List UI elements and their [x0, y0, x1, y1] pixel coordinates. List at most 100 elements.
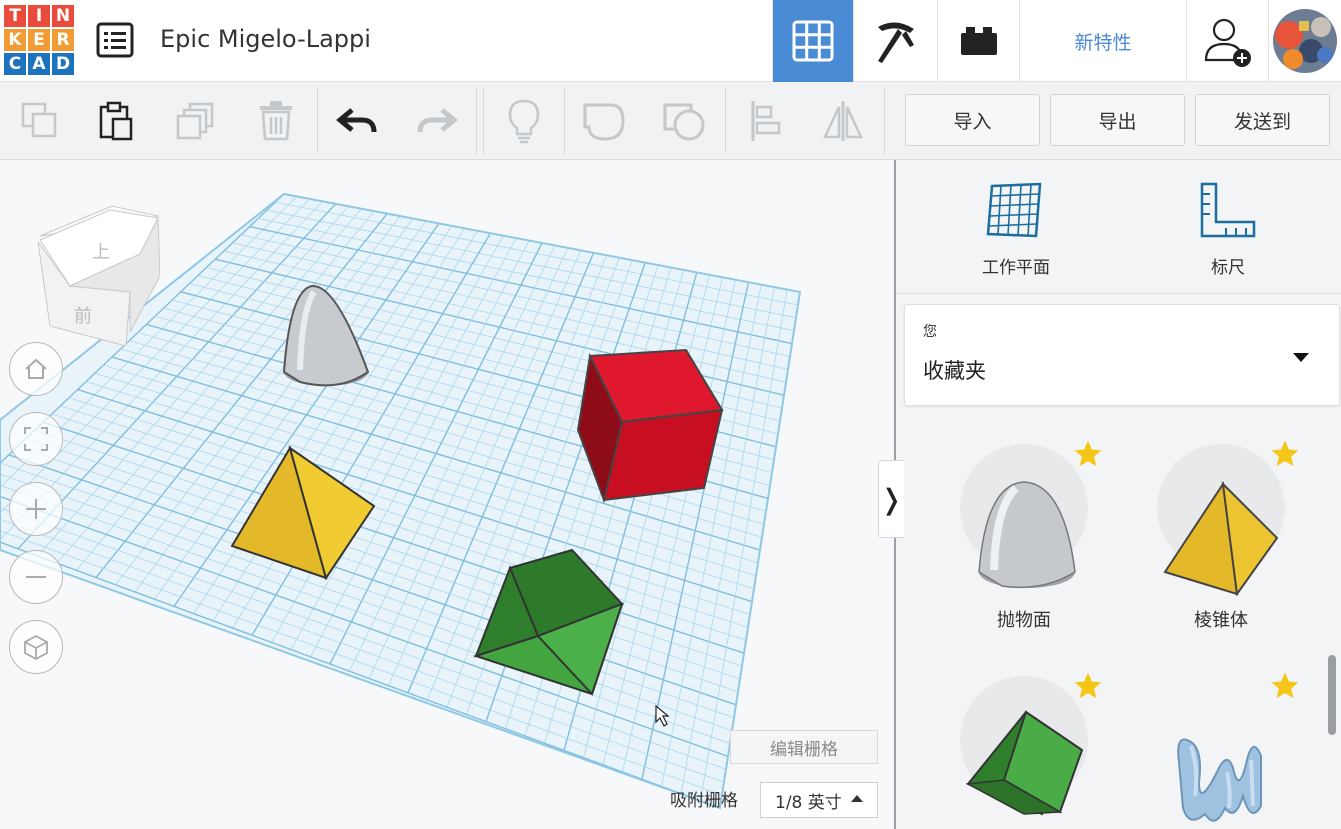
ruler-tool[interactable]: 标尺	[1168, 180, 1288, 278]
workplane-tool[interactable]: 工作平面	[956, 180, 1076, 278]
perspective-button[interactable]	[9, 620, 63, 674]
toolbar-separator	[725, 88, 726, 154]
logo-letter: E	[27, 28, 51, 52]
view-cube[interactable]: 上 前	[30, 196, 160, 346]
favorite-star-icon[interactable]	[1072, 438, 1104, 470]
group-icon	[583, 103, 625, 141]
shape-library-select[interactable]: 您 收藏夹	[904, 304, 1340, 406]
ruler-icon	[1200, 182, 1256, 238]
top-bar: T I N K E R C A D Epic Migelo-Lappi 新特性	[0, 0, 1341, 82]
export-button[interactable]: 导出	[1050, 94, 1185, 146]
project-title[interactable]: Epic Migelo-Lappi	[160, 25, 371, 53]
collapse-panel-button[interactable]: ❭	[878, 460, 904, 538]
plus-icon	[26, 499, 46, 519]
viewcube-front-label[interactable]: 前	[74, 306, 92, 327]
import-button[interactable]: 导入	[905, 94, 1040, 146]
fit-icon	[24, 427, 48, 451]
tinkercad-logo[interactable]: T I N K E R C A D	[3, 4, 75, 76]
shape-tile-roof[interactable]	[944, 656, 1104, 829]
pyramid-icon	[1163, 481, 1279, 596]
add-user-icon	[1204, 18, 1251, 67]
mirror-icon	[823, 101, 863, 141]
toolbar-separator	[476, 88, 477, 154]
favorite-star-icon[interactable]	[1072, 670, 1104, 702]
library-name: 收藏夹	[923, 359, 986, 383]
logo-letter: R	[51, 28, 75, 52]
snap-grid-select[interactable]: 1/8 英寸	[760, 782, 878, 818]
paste-button[interactable]	[84, 90, 148, 152]
undo-icon	[336, 108, 377, 133]
zoom-out-button[interactable]	[9, 550, 63, 604]
send-to-button[interactable]: 发送到	[1195, 94, 1330, 146]
user-avatar[interactable]	[1268, 0, 1341, 82]
add-user-button[interactable]	[1186, 0, 1268, 82]
mirror-button[interactable]	[811, 90, 875, 152]
shapes-panel: 工作平面 标尺 您 收藏夹 抛物面 棱锥体	[896, 160, 1341, 829]
logo-letter: I	[27, 4, 51, 28]
library-owner-label: 您	[923, 324, 937, 340]
trash-icon	[260, 101, 292, 141]
logo-letter: T	[3, 4, 27, 28]
chevron-right-icon: ❭	[879, 482, 904, 516]
copy-button[interactable]	[8, 90, 72, 152]
favorite-star-icon[interactable]	[1269, 670, 1301, 702]
shape-tile-paraboloid[interactable]: 抛物面	[944, 424, 1104, 644]
logo-letter: N	[51, 4, 75, 28]
home-view-button[interactable]	[9, 342, 63, 396]
shape-label: 棱锥体	[1194, 610, 1248, 631]
align-icon	[751, 101, 781, 141]
shape-tile-pyramid[interactable]: 棱锥体	[1141, 424, 1301, 644]
fit-view-button[interactable]	[9, 412, 63, 466]
caret-up-icon	[851, 795, 863, 802]
clipboard-icon	[99, 101, 133, 141]
notes-button[interactable]	[492, 90, 556, 152]
duplicate-button[interactable]	[164, 90, 228, 152]
roof-icon	[965, 710, 1084, 816]
whats-new-link[interactable]: 新特性	[1019, 0, 1186, 82]
favorite-star-icon[interactable]	[1269, 438, 1301, 470]
brick-icon	[960, 27, 997, 55]
align-button[interactable]	[733, 90, 797, 152]
red-box-shape[interactable]	[576, 348, 724, 504]
snap-grid-value: 1/8 英寸	[775, 792, 842, 813]
perspective-cube-icon	[24, 634, 48, 661]
undo-button[interactable]	[326, 90, 390, 152]
group-button[interactable]	[572, 90, 636, 152]
logo-letter: A	[27, 52, 51, 76]
caret-down-icon	[1293, 353, 1309, 362]
ruler-tool-label: 标尺	[1211, 258, 1245, 278]
toolbar-separator	[483, 88, 484, 154]
tinkercad-app: T I N K E R C A D Epic Migelo-Lappi 新特性 …	[0, 0, 1341, 829]
paraboloid-icon	[978, 481, 1076, 589]
redo-icon	[417, 108, 458, 133]
logo-letter: D	[51, 52, 75, 76]
nav-bricks[interactable]	[937, 0, 1019, 82]
ungroup-button[interactable]	[652, 90, 716, 152]
edit-grid-button[interactable]: 编辑栅格	[730, 730, 878, 764]
3d-viewport[interactable]: 上 前 编辑栅格 吸附栅格 1/8 英寸	[0, 160, 894, 829]
minus-icon	[26, 576, 46, 578]
shape-label: 抛物面	[997, 610, 1051, 631]
toolbar-separator	[564, 88, 565, 154]
logo-letter: C	[3, 52, 27, 76]
viewcube-top-label[interactable]: 上	[92, 242, 110, 263]
scribble-icon	[1177, 738, 1262, 822]
nav-3d-design[interactable]	[772, 0, 853, 82]
nav-minecraft[interactable]	[853, 0, 937, 82]
toolbar-separator	[317, 88, 318, 154]
ungroup-icon	[663, 103, 705, 141]
panel-scrollbar[interactable]	[1328, 655, 1336, 735]
lightbulb-icon	[508, 99, 540, 144]
delete-button[interactable]	[244, 90, 308, 152]
tools-area: 工作平面 标尺	[896, 160, 1341, 294]
toolbar-separator	[884, 88, 885, 154]
shape-tile-scribble[interactable]	[1141, 656, 1301, 829]
shapes-grid: 抛物面 棱锥体	[896, 424, 1341, 829]
design-menu-button[interactable]	[96, 22, 134, 58]
redo-button[interactable]	[404, 90, 468, 152]
snap-grid-label: 吸附栅格	[670, 791, 738, 811]
home-icon	[25, 358, 47, 379]
pickaxe-icon	[877, 22, 914, 63]
logo-letter: K	[3, 28, 27, 52]
zoom-in-button[interactable]	[9, 482, 63, 536]
